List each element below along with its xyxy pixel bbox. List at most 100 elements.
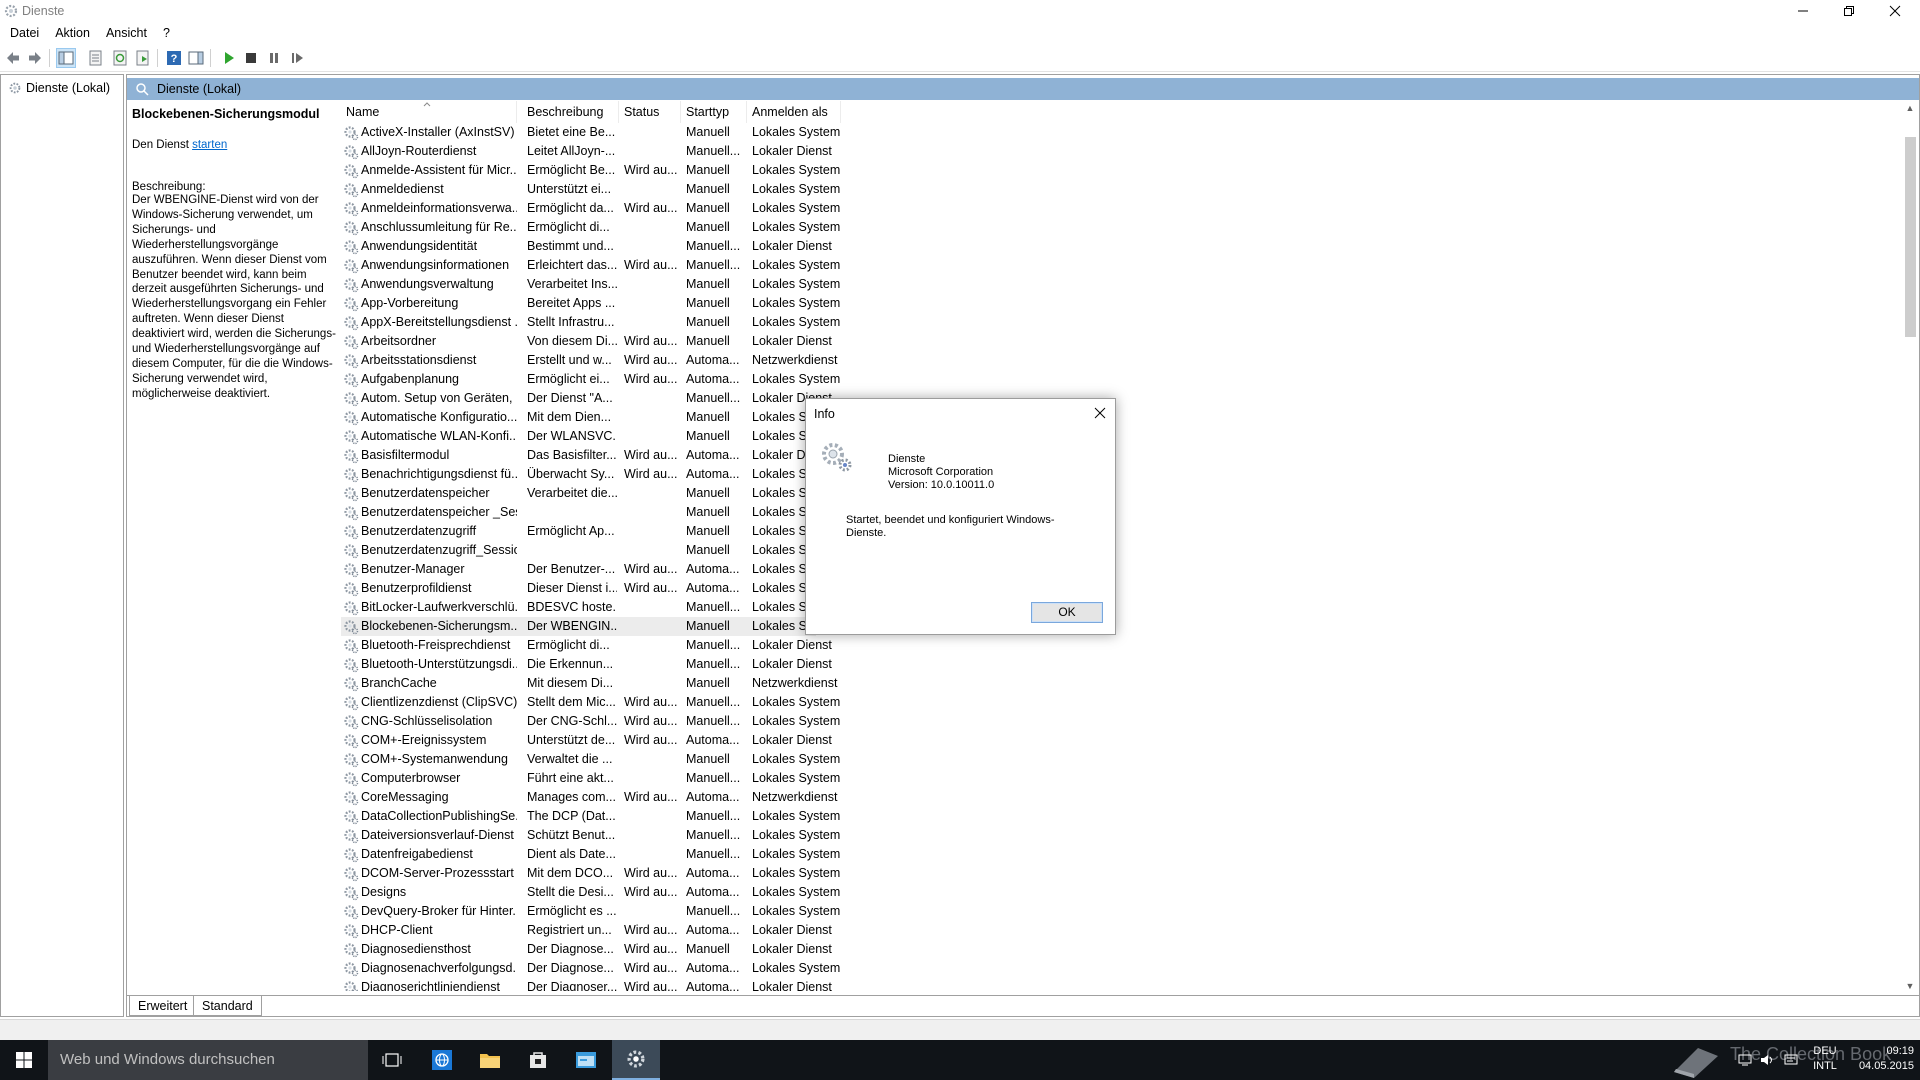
tab-standard[interactable]: Standard [193, 996, 262, 1016]
service-row[interactable]: Anmeldedienst Unterstützt ei... Manuell Lok… [341, 180, 1901, 199]
close-button[interactable] [1872, 0, 1918, 22]
info-dialog: Info Dienste Microsoft Corporation Versi… [805, 398, 1116, 635]
service-row[interactable]: Diagnosediensthost Der Diagnose... Wird au… [341, 940, 1901, 959]
forward-button[interactable] [25, 48, 45, 68]
service-row[interactable]: Diagnosenachverfolgungsd... Der Diagnose.… [341, 959, 1901, 978]
service-row[interactable]: DCOM-Server-Prozessstart Mit dem DCO... Wi… [341, 864, 1901, 883]
service-row[interactable]: Anmelde-Assistent für Micr... Ermöglicht … [341, 161, 1901, 180]
service-row[interactable]: Anwendungsverwaltung Verarbeitet Ins... Ma… [341, 275, 1901, 294]
service-row[interactable]: Benachrichtigungsdienst fü... Überwacht S… [341, 465, 1901, 484]
column-header-name[interactable]: Name [341, 101, 517, 123]
restart-service-button[interactable] [287, 48, 307, 68]
service-row[interactable]: Autom. Setup von Geräten, ... Der Dienst … [341, 389, 1901, 408]
pause-service-button[interactable] [264, 48, 284, 68]
service-description-cell: Von diesem Di... [527, 334, 617, 348]
restore-button[interactable] [1826, 0, 1872, 22]
taskbar-services-button[interactable] [612, 1040, 660, 1080]
service-row[interactable]: ActiveX-Installer (AxInstSV) Bietet eine … [341, 123, 1901, 142]
service-row[interactable]: COM+-Systemanwendung Verwaltet die ... Man… [341, 750, 1901, 769]
export-list-button[interactable] [133, 48, 153, 68]
start-button[interactable] [0, 1040, 48, 1080]
service-row[interactable]: CoreMessaging Manages com... Wird au... Aut… [341, 788, 1901, 807]
service-row[interactable]: DHCP-Client Registriert un... Wird au... Au… [341, 921, 1901, 940]
service-row[interactable]: Benutzerdatenzugriff Ermöglicht Ap... Manu… [341, 522, 1901, 541]
service-row[interactable]: Bluetooth-Freisprechdienst Ermöglicht di.… [341, 636, 1901, 655]
start-service-link[interactable]: starten [192, 139, 227, 151]
service-row[interactable]: Benutzerdatenzugriff_Sessio... Manuell Lok… [341, 541, 1901, 560]
service-row[interactable]: Bluetooth-Unterstützungsdi... Die Erkennu… [341, 655, 1901, 674]
service-row[interactable]: Diagnoserichtliniendienst Der Diagnoser..… [341, 978, 1901, 991]
service-row[interactable]: Blockebenen-Sicherungsm... Der WBENGIN...… [341, 617, 1901, 636]
scroll-up-arrow[interactable]: ▲ [1905, 103, 1915, 113]
stop-service-button[interactable] [241, 48, 261, 68]
service-startup-type: Manuell [686, 163, 730, 177]
service-row[interactable]: DevQuery-Broker für Hinter... Ermöglicht … [341, 902, 1901, 921]
service-row[interactable]: AllJoyn-Routerdienst Leitet AllJoyn-... Ma… [341, 142, 1901, 161]
tray-clock[interactable]: 09:19 04.05.2015 [1854, 1044, 1914, 1074]
service-row[interactable]: DataCollectionPublishingSe... The DCP (Da… [341, 807, 1901, 826]
help-button[interactable]: ? [164, 48, 184, 68]
menu-ansicht[interactable]: Ansicht [98, 22, 155, 44]
service-row[interactable]: CNG-Schlüsselisolation Der CNG-Schl... Wir… [341, 712, 1901, 731]
minimize-button[interactable] [1780, 0, 1826, 22]
tray-action-center-icon[interactable] [1780, 1040, 1802, 1080]
properties-button[interactable] [86, 48, 106, 68]
vertical-scrollbar[interactable]: ▲ ▼ [1901, 101, 1919, 993]
service-gear-icon [344, 240, 359, 255]
taskbar-browser-button[interactable] [418, 1040, 466, 1080]
service-row[interactable]: Arbeitsstationsdienst Erstellt und w... Wi… [341, 351, 1901, 370]
column-header-description[interactable]: Beschreibung [522, 101, 619, 123]
service-row[interactable]: Arbeitsordner Von diesem Di... Wird au... M… [341, 332, 1901, 351]
menu-datei[interactable]: Datei [2, 22, 47, 44]
column-header-status[interactable]: Status [619, 101, 681, 123]
service-row[interactable]: Anwendungsinformationen Erleichtert das..… [341, 256, 1901, 275]
service-row[interactable]: Aufgabenplanung Ermöglicht ei... Wird au..… [341, 370, 1901, 389]
service-row[interactable]: Benutzerdatenspeicher _Ses... Manuell Loka… [341, 503, 1901, 522]
service-row[interactable]: Basisfiltermodul Das Basisfilter... Wird a… [341, 446, 1901, 465]
scrollbar-thumb[interactable] [1905, 137, 1916, 337]
taskbar-app-button[interactable] [562, 1040, 610, 1080]
service-row[interactable]: App-Vorbereitung Bereitet Apps ... Manuell… [341, 294, 1901, 313]
service-row[interactable]: Datenfreigabedienst Dient als Date... Manu… [341, 845, 1901, 864]
service-row[interactable]: Automatische WLAN-Konfi... Der WLANSVC...… [341, 427, 1901, 446]
show-action-pane-button[interactable] [186, 48, 206, 68]
ok-button[interactable]: OK [1031, 602, 1103, 623]
scroll-down-arrow[interactable]: ▼ [1905, 981, 1915, 991]
service-row[interactable]: Benutzerprofildienst Dieser Dienst i... Wi… [341, 579, 1901, 598]
refresh-button[interactable] [110, 48, 130, 68]
taskbar-explorer-button[interactable] [466, 1040, 514, 1080]
service-row[interactable]: Benutzerdatenspeicher Verarbeitet die... M… [341, 484, 1901, 503]
service-row[interactable]: Computerbrowser Führt eine akt... Manuell.… [341, 769, 1901, 788]
service-row[interactable]: Automatische Konfiguratio... Mit dem Dien… [341, 408, 1901, 427]
taskbar-search-box[interactable]: Web und Windows durchsuchen [48, 1040, 368, 1080]
task-view-button[interactable] [368, 1040, 416, 1080]
service-row[interactable]: Anwendungsidentität Bestimmt und... Manuel… [341, 237, 1901, 256]
service-name: Benutzerdatenzugriff [361, 524, 477, 538]
service-gear-icon [344, 810, 359, 825]
service-row[interactable]: Benutzer-Manager Der Benutzer-... Wird au.… [341, 560, 1901, 579]
service-row[interactable]: AppX-Bereitstellungsdienst ... Stellt Inf… [341, 313, 1901, 332]
show-hide-console-tree-button[interactable] [56, 48, 76, 68]
back-button[interactable] [3, 48, 23, 68]
service-row[interactable]: Anschlussumleitung für Re... Ermöglicht d… [341, 218, 1901, 237]
taskbar-store-button[interactable] [514, 1040, 562, 1080]
menu-aktion[interactable]: Aktion [47, 22, 98, 44]
column-header-startup-type[interactable]: Starttyp [681, 101, 747, 123]
dialog-close-button[interactable] [1090, 403, 1110, 423]
service-logon-as: Lokales System [752, 828, 841, 842]
column-header-logon-as[interactable]: Anmelden als [747, 101, 841, 123]
tree-item-services-local[interactable]: Dienste (Lokal) [5, 79, 113, 97]
service-row[interactable]: Designs Stellt die Desi... Wird au... Autom… [341, 883, 1901, 902]
tray-volume-icon[interactable] [1756, 1040, 1778, 1080]
tab-erweitert[interactable]: Erweitert [129, 996, 197, 1016]
service-row[interactable]: Dateiversionsverlauf-Dienst Schützt Benut… [341, 826, 1901, 845]
service-row[interactable]: BitLocker-Laufwerkverschlü... BDESVC host… [341, 598, 1901, 617]
tray-network-icon[interactable] [1734, 1040, 1756, 1080]
start-service-button[interactable] [219, 48, 239, 68]
service-row[interactable]: BranchCache Mit diesem Di... Manuell Netzwe… [341, 674, 1901, 693]
menu-help[interactable]: ? [155, 22, 178, 44]
service-row[interactable]: Clientlizenzdienst (ClipSVC) Stellt dem M… [341, 693, 1901, 712]
service-row[interactable]: COM+-Ereignissystem Unterstützt de... Wird… [341, 731, 1901, 750]
service-row[interactable]: Anmeldeinformationsverwa... Ermöglicht da… [341, 199, 1901, 218]
tray-language[interactable]: DEU INTL [1810, 1044, 1840, 1074]
